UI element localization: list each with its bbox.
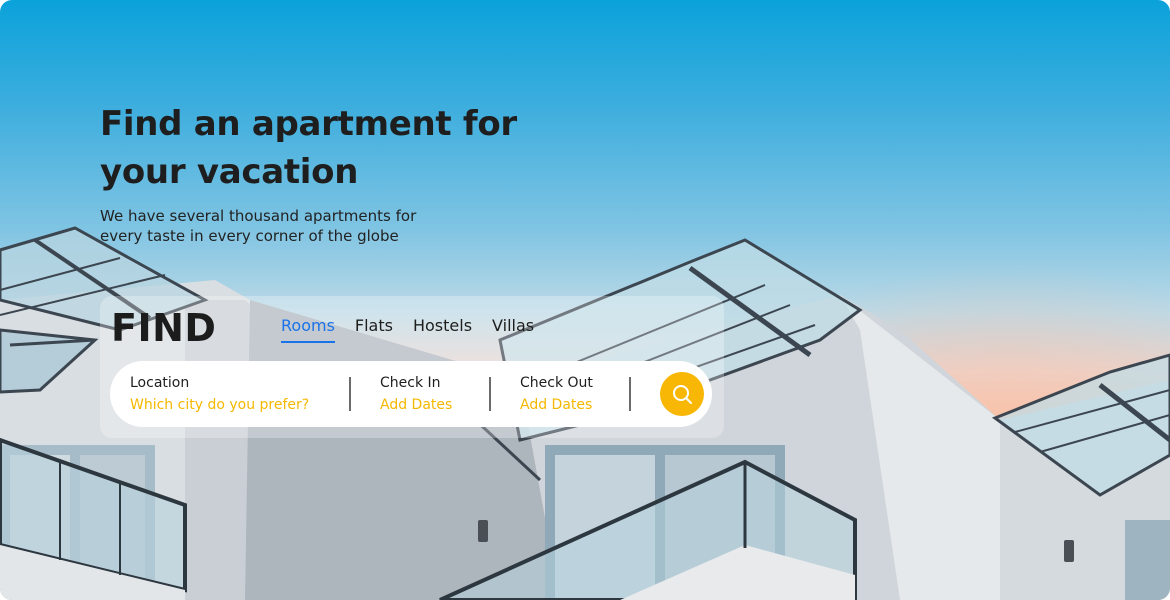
tab-villas[interactable]: Villas bbox=[492, 316, 534, 343]
check-out-label: Check Out bbox=[520, 375, 593, 391]
search-icon bbox=[673, 385, 692, 404]
search-bar: Location Which city do you prefer? Check… bbox=[110, 361, 712, 427]
search-button[interactable] bbox=[660, 372, 704, 416]
page-headline: Find an apartment for your vacation bbox=[100, 104, 517, 192]
property-type-tabs: Rooms Flats Hostels Villas bbox=[281, 316, 534, 343]
tab-flats[interactable]: Flats bbox=[355, 316, 393, 343]
location-field[interactable]: Location Which city do you prefer? bbox=[130, 374, 309, 414]
field-divider bbox=[349, 377, 351, 411]
location-label: Location bbox=[130, 375, 190, 391]
hero-banner: Find an apartment for your vacation We h… bbox=[0, 0, 1170, 600]
check-in-label: Check In bbox=[380, 375, 441, 391]
check-in-field[interactable]: Check In Add Dates bbox=[380, 374, 452, 414]
tab-rooms[interactable]: Rooms bbox=[281, 316, 335, 343]
check-out-field[interactable]: Check Out Add Dates bbox=[520, 374, 593, 414]
find-label: FIND bbox=[111, 306, 217, 350]
check-in-input[interactable]: Add Dates bbox=[380, 396, 452, 414]
field-divider bbox=[489, 377, 491, 411]
page-subtitle: We have several thousand apartments for … bbox=[100, 207, 417, 245]
tab-hostels[interactable]: Hostels bbox=[413, 316, 472, 343]
location-input[interactable]: Which city do you prefer? bbox=[130, 396, 309, 414]
field-divider bbox=[629, 377, 631, 411]
check-out-input[interactable]: Add Dates bbox=[520, 396, 593, 414]
